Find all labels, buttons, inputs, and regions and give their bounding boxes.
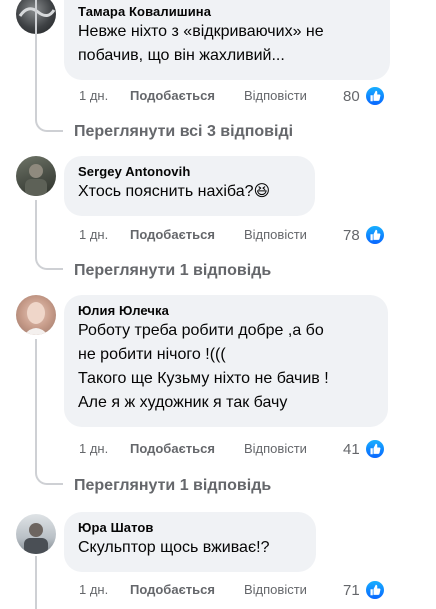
comment-author[interactable]: Юра Шатов [78, 519, 304, 536]
thumbs-up-icon [363, 85, 386, 107]
like-button[interactable]: Подобається [130, 440, 215, 458]
reaction-number: 41 [343, 440, 360, 458]
avatar-image [25, 164, 47, 196]
comment-bubble: Sergey Antonovih Хтось пояснить нахіба?😆 [64, 156, 315, 216]
comment-author[interactable]: Тамара Ковалишина [78, 3, 378, 20]
comment-bubble: Юра Шатов Скульптор щось вживає!? [64, 512, 316, 572]
view-replies-link[interactable]: Переглянути всі 3 відповіді [74, 122, 293, 142]
comment: Sergey Antonovih Хтось пояснить нахіба?😆… [0, 156, 436, 276]
comment-author[interactable]: Юлия Юлечка [78, 302, 376, 319]
reply-button[interactable]: Відповісти [244, 226, 307, 244]
comment-time[interactable]: 1 дн. [79, 226, 108, 244]
thumbs-up-icon [363, 438, 386, 460]
reaction-count[interactable]: 78 [343, 224, 386, 246]
comment: Юра Шатов Скульптор щось вживає!? 1 дн. … [0, 512, 436, 609]
comment-time[interactable]: 1 дн. [79, 581, 108, 599]
like-button[interactable]: Подобається [130, 581, 215, 599]
reaction-count[interactable]: 80 [343, 85, 386, 107]
thread-line [35, 556, 37, 609]
reply-connector [35, 0, 63, 132]
avatar-image [24, 523, 48, 554]
comment-thread: Тамара Ковалишина Невже ніхто з «відкрив… [0, 0, 436, 609]
reaction-number: 80 [343, 87, 360, 105]
avatar-image [24, 302, 48, 335]
like-button[interactable]: Подобається [130, 87, 215, 105]
comment-bubble: Юлия Юлечка Роботу треба робити добре ,а… [64, 295, 388, 427]
avatar[interactable] [16, 295, 56, 335]
comment-text: Скульптор щось вживає!? [78, 539, 270, 556]
comment-author[interactable]: Sergey Antonovih [78, 163, 303, 180]
comment-time[interactable]: 1 дн. [79, 87, 108, 105]
avatar[interactable] [16, 156, 56, 196]
reaction-count[interactable]: 41 [343, 438, 386, 460]
comment-text: Хтось пояснить нахіба?😆 [78, 183, 271, 200]
like-button[interactable]: Подобається [130, 226, 215, 244]
avatar[interactable] [16, 514, 56, 554]
reaction-count[interactable]: 71 [343, 579, 386, 601]
thumbs-up-icon [363, 579, 386, 601]
reply-connector [35, 200, 63, 270]
comment-bubble: Тамара Ковалишина Невже ніхто з «відкрив… [64, 0, 390, 80]
comment-text: Роботу треба робити добре ,а бо не робит… [78, 322, 329, 411]
comment-text: Невже ніхто з «відкриваючих» не побачив,… [78, 23, 324, 64]
reply-button[interactable]: Відповісти [244, 87, 307, 105]
reaction-number: 71 [343, 581, 360, 599]
reply-connector [35, 339, 63, 485]
comment: Тамара Ковалишина Невже ніхто з «відкрив… [0, 0, 436, 140]
comment: Юлия Юлечка Роботу треба робити добре ,а… [0, 295, 436, 475]
reaction-number: 78 [343, 226, 360, 244]
view-replies-link[interactable]: Переглянути 1 відповідь [74, 476, 271, 496]
reply-button[interactable]: Відповісти [244, 440, 307, 458]
reply-button[interactable]: Відповісти [244, 581, 307, 599]
comment-time[interactable]: 1 дн. [79, 440, 108, 458]
thumbs-up-icon [363, 224, 386, 246]
view-replies-link[interactable]: Переглянути 1 відповідь [74, 261, 271, 281]
